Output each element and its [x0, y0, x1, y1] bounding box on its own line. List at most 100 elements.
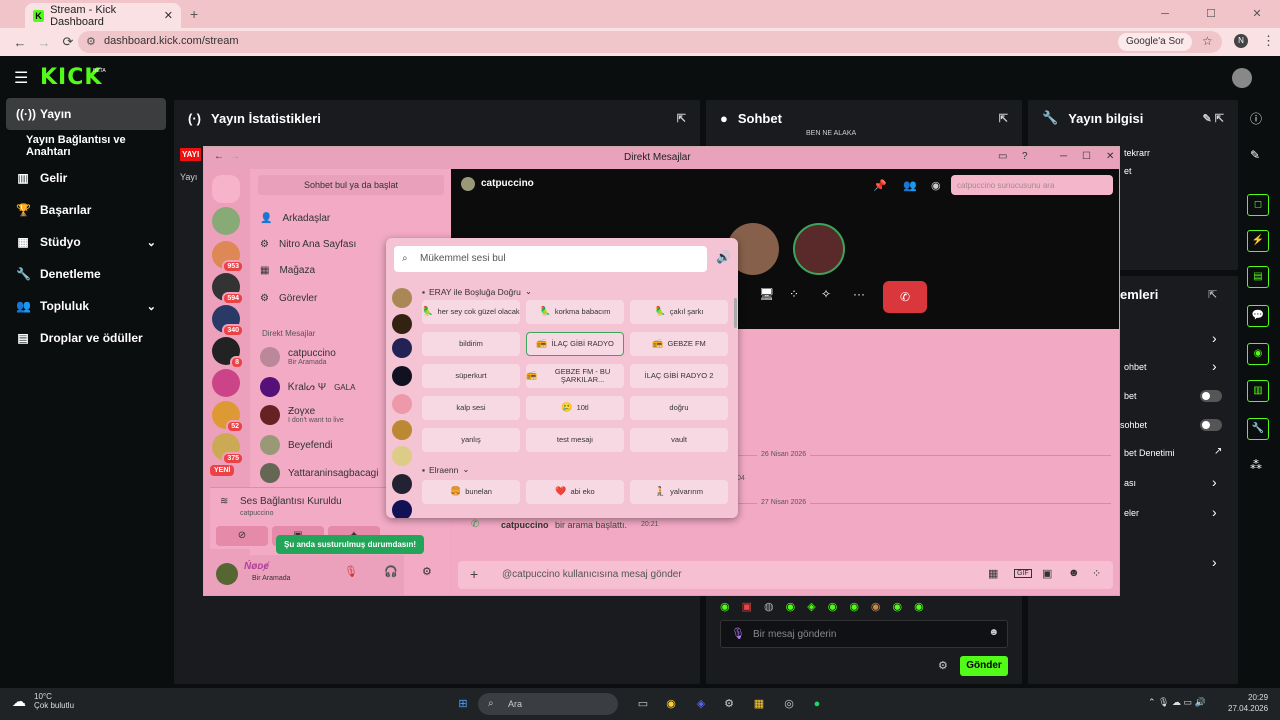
sidebar-item-stream-key[interactable]: Yayın Bağlantısı ve Anahtarı [6, 130, 166, 162]
minimize-icon[interactable]: ─ [1060, 151, 1067, 162]
sound-button[interactable]: 🦜 korkma babacım [526, 300, 624, 324]
sound-group-header[interactable]: ▪ ERAY ile Boşluğa Doğru ⌄ [422, 286, 532, 297]
sound-button[interactable]: 🍔 bunelan [422, 480, 520, 504]
screenshare-icon[interactable]: 🖥 [759, 287, 774, 301]
sidebar-item-topluluk[interactable]: 👥 Topluluk ⌄ [6, 290, 166, 322]
emote-icon[interactable]: ◉ [871, 600, 881, 613]
browser-tab[interactable]: K Stream - Kick Dashboard ✕ [25, 3, 181, 28]
doc-icon[interactable]: ▤ [1247, 266, 1269, 288]
bookmark-star-icon[interactable]: ☆ [1202, 34, 1213, 48]
chevron-right-icon[interactable]: › [1212, 358, 1217, 374]
sidebar-item-yayin[interactable]: ((·)) Yayın [6, 98, 166, 130]
browser-menu-icon[interactable]: ⋮ [1262, 33, 1275, 49]
dm-item[interactable]: Yattaraninsagbacagi [260, 463, 378, 483]
chevron-right-icon[interactable]: › [1212, 474, 1217, 490]
scrollbar[interactable] [734, 298, 737, 328]
popout-icon[interactable]: ⇱ [999, 112, 1008, 125]
task-view-icon[interactable]: ▭ [634, 695, 652, 713]
sound-group-header[interactable]: ▪ Elraenn ⌄ [422, 464, 469, 475]
server-icon[interactable]: 52 [212, 401, 244, 433]
lightning-icon[interactable]: ⚡ [1247, 230, 1269, 252]
hangup-button[interactable]: ✆ [883, 281, 927, 313]
gif-icon[interactable]: GIF [1014, 569, 1032, 578]
toggle-switch[interactable] [1200, 390, 1222, 402]
dots-icon[interactable]: ⁂ [1250, 458, 1262, 472]
hamburger-menu-icon[interactable]: ☰ [14, 68, 28, 88]
emote-icon[interactable]: ◉ [914, 600, 924, 613]
emote-icon[interactable]: ◉ [720, 600, 730, 613]
attach-icon[interactable]: + [470, 566, 478, 582]
spotify-icon[interactable]: ● [808, 695, 826, 713]
maximize-icon[interactable]: ☐ [1188, 0, 1234, 28]
weather-widget[interactable]: 10°C Çok bulutlu [34, 692, 74, 710]
nav-nitro[interactable]: ⚙ Nitro Ana Sayfası [260, 239, 356, 250]
sound-button[interactable]: 🥲 10tl [526, 396, 624, 420]
forward-icon[interactable]: → [32, 35, 56, 50]
obs-icon[interactable]: ◎ [780, 695, 798, 713]
chat-icon[interactable]: 💬 [1247, 305, 1269, 327]
camera-off-button[interactable]: ⊘ [216, 526, 268, 546]
popout-icon[interactable]: ⇱ [677, 112, 686, 125]
discord-icon[interactable]: ◈ [692, 695, 710, 713]
emote-icon[interactable]: ◈ [807, 600, 815, 613]
tool-icon[interactable]: ◻ [1247, 194, 1269, 216]
sound-button[interactable]: doğru [630, 396, 728, 420]
gift-icon[interactable]: ▦ [988, 567, 998, 580]
edit-icon[interactable]: ✎ [1250, 148, 1260, 162]
sound-search-input[interactable]: ⌕ Mükemmel sesi bul [394, 246, 707, 272]
layout-icon[interactable]: ▥ [1247, 380, 1269, 402]
info-icon[interactable]: ⓘ [1250, 110, 1262, 127]
sound-button[interactable]: İLAÇ GİBİ RADYO 2 [630, 364, 728, 388]
back-icon[interactable]: ← [214, 151, 224, 162]
soundboard-icon[interactable]: ✧ [821, 287, 831, 301]
mic-muted-icon[interactable]: 🎙 [344, 565, 358, 578]
sound-button[interactable]: süperkurt [422, 364, 520, 388]
broadcast-icon[interactable]: ◉ [1247, 343, 1269, 365]
sound-button[interactable]: kalp sesi [422, 396, 520, 420]
taskbar-search[interactable]: ⌕ Ara [478, 693, 618, 715]
address-bar[interactable]: ⚙ dashboard.kick.com/stream [78, 31, 1222, 53]
discord-home-icon[interactable] [212, 175, 240, 203]
nav-friends[interactable]: 👤 Arkadaşlar [260, 213, 330, 224]
nav-shop[interactable]: ▦ Mağaza [260, 265, 315, 276]
sticker-icon[interactable]: ▣ [1042, 567, 1052, 580]
server-icon[interactable]: 8 [212, 337, 244, 369]
dm-item[interactable]: catpuccino Bir Aramada [260, 347, 336, 367]
emote-icon[interactable]: ◉ [786, 600, 796, 613]
forward-icon[interactable]: → [230, 151, 240, 162]
settings-icon[interactable]: ⚙ [422, 565, 432, 578]
sidebar-item-basarilar[interactable]: 🏆 Başarılar [6, 194, 166, 226]
chrome-icon[interactable]: ◉ [662, 695, 680, 713]
sound-button[interactable]: 🦜 her sey cok güzel olacak [422, 300, 520, 324]
kick-user-avatar[interactable] [1232, 68, 1252, 88]
volume-icon[interactable]: 🔊 [716, 250, 731, 264]
dm-item[interactable]: Ꮶralᔕ Ψ GALA [260, 377, 355, 397]
edit-icon[interactable]: ✎ ⇱ [1203, 112, 1225, 125]
external-link-icon[interactable]: ↗ [1214, 446, 1222, 457]
headphones-icon[interactable]: 🎧 [384, 565, 398, 578]
site-info-icon[interactable]: ⚙ [86, 35, 96, 48]
sound-button[interactable]: 📻 İLAÇ GİBİ RADYO [526, 332, 624, 356]
sidebar-item-denetleme[interactable]: 🔧 Denetleme [6, 258, 166, 290]
emoji-icon[interactable]: ☻ [988, 627, 999, 638]
help-icon[interactable]: ? [1022, 151, 1028, 162]
sound-button[interactable]: vault [630, 428, 728, 452]
reload-icon[interactable]: ⟳ [56, 34, 80, 50]
maximize-icon[interactable]: ☐ [1082, 151, 1091, 162]
taskbar-clock[interactable]: 20:29 27.04.2026 [1228, 692, 1268, 714]
back-icon[interactable]: ← [8, 35, 32, 50]
emote-icon[interactable]: ▣ [742, 600, 752, 613]
google-sor-button[interactable]: Google'a Sor [1118, 33, 1192, 51]
sound-button[interactable]: yanlış [422, 428, 520, 452]
dm-item[interactable]: Ƶoγxe I don't want to live [260, 405, 344, 425]
call-search-input[interactable]: catpuccino sunucusunu ara [951, 175, 1113, 195]
close-window-icon[interactable]: ✕ [1234, 0, 1280, 28]
add-friend-icon[interactable]: 👥 [903, 179, 917, 192]
sidebar-item-gelir[interactable]: ▥ Gelir [6, 162, 166, 194]
user-avatar[interactable] [216, 563, 238, 585]
chevron-right-icon[interactable]: › [1212, 504, 1217, 520]
store-icon[interactable]: ▦ [750, 695, 768, 713]
message-input[interactable]: + @catpuccino kullanıcısına mesaj gönder… [458, 561, 1113, 589]
sidebar-item-studyo[interactable]: ▦ Stüdyo ⌄ [6, 226, 166, 258]
server-icon[interactable]: 594 [212, 273, 244, 305]
